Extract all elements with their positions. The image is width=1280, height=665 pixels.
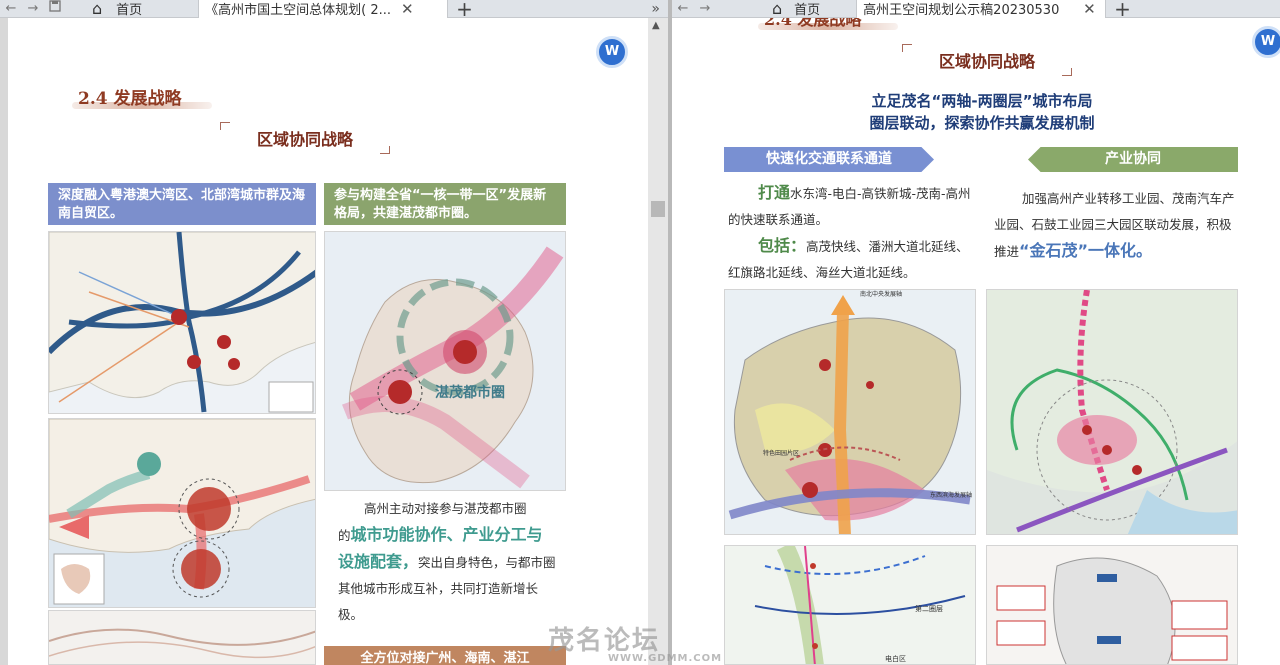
banner-industry: 产业协同	[1028, 147, 1238, 172]
transport-lead: 打通	[758, 183, 791, 202]
industry-paragraph: 加强高州产业转移工业园、茂南汽车产业园、石鼓工业园三大园区联动发展，积极推进“金…	[994, 186, 1238, 265]
back-arrow-icon[interactable]: ←	[0, 0, 22, 18]
para-prefix: 的	[338, 528, 351, 543]
transport-paragraph: 打通水东湾-电白-高铁新城-茂南-高州的快速联系通道。 包括：高茂快线、潘洲大道…	[728, 180, 978, 286]
map-label-zm: 湛茂都市圈	[435, 384, 505, 400]
tab-home[interactable]: ⌂ 首页	[766, 0, 826, 18]
word-export-icon[interactable]: W	[1252, 26, 1280, 58]
regional-map-1	[48, 231, 316, 414]
right-document-page: 2.4 发展战略 区域协同战略 立足茂名“两轴-两圈层”城市布局 圈层联动，探索…	[672, 0, 1280, 665]
tab-document[interactable]: 《高州市国土空间总体规划( 2... ✕	[198, 0, 449, 18]
transport-network-map: 第二圈层 电白区	[724, 545, 976, 665]
tab-overflow-chevron[interactable]: »	[651, 1, 660, 17]
home-icon: ⌂	[772, 0, 783, 18]
industry-highlight: “金石茂”一体化。	[1019, 241, 1153, 260]
section-title: 2.4 发展战略	[72, 84, 218, 109]
map-label-axis-ew: 东西滨海发展轴	[930, 491, 972, 499]
para-line-1: 高州主动对接参与湛茂都市圈	[364, 501, 527, 516]
forward-arrow-icon[interactable]: →	[694, 0, 716, 18]
watermark-url: WWW.GDMM.COM	[608, 653, 723, 664]
transport-axis-map: 南北中央发展轴 东西滨海发展轴 特色田园片区	[724, 289, 976, 535]
industry-chain-map	[986, 545, 1238, 665]
banner-blue: 深度融入粤港澳大湾区、北部湾城市群及海南自贸区。	[48, 183, 316, 225]
close-icon[interactable]: ✕	[401, 0, 414, 18]
new-tab-icon[interactable]: +	[1114, 0, 1131, 19]
heading-line-2: 圈层联动，探索协作共赢发展机制	[869, 114, 1095, 132]
sub-title: 区域协同战略	[902, 44, 1072, 76]
left-vertical-scrollbar[interactable]: ▲	[648, 18, 668, 665]
left-paragraph: 高州主动对接参与湛茂都市圈 的城市功能协作、产业分工与设施配套，突出自身特色，与…	[338, 496, 558, 628]
scroll-up-arrow-icon[interactable]: ▲	[652, 20, 660, 31]
tab-document-label: 高州王空间规划公示稿20230530	[863, 3, 1060, 18]
transport-lead-2: 包括：	[758, 236, 807, 255]
tab-home-label: 首页	[116, 3, 143, 18]
regional-map-2	[48, 418, 316, 608]
zhanmao-metro-map: 湛茂都市圈	[324, 231, 566, 491]
regional-map-3	[48, 610, 316, 665]
map-label-ring-2: 第二圈层	[915, 604, 943, 613]
forward-arrow-icon[interactable]: →	[22, 0, 44, 18]
left-document-page: 2.4 发展战略 区域协同战略 深度融入粤港澳大湾区、北部湾城市群及海南自贸区。…	[8, 18, 648, 665]
right-document-pane: 2.4 发展战略 区域协同战略 立足茂名“两轴-两圈层”城市布局 圈层联动，探索…	[672, 0, 1280, 665]
sub-title: 区域协同战略	[220, 122, 390, 154]
right-tab-bar: ← → ⌂ 首页 高州王空间规划公示稿20230530 ✕ +	[672, 0, 1280, 19]
industry-map	[986, 289, 1238, 535]
map-label-dianbai: 电白区	[885, 654, 906, 663]
tab-home-label: 首页	[794, 3, 821, 18]
banner-green: 参与构建全省“一核一带一区”发展新格局，共建湛茂都市圈。	[324, 183, 566, 225]
tab-home[interactable]: ⌂ 首页	[86, 0, 148, 18]
new-tab-icon[interactable]: +	[456, 0, 473, 19]
close-icon[interactable]: ✕	[1083, 0, 1096, 18]
save-icon[interactable]	[44, 0, 66, 18]
map-label-axis-ns: 南北中央发展轴	[860, 290, 902, 298]
scroll-thumb[interactable]	[651, 201, 665, 217]
banner-bottom: 全方位对接广州、海南、湛江	[324, 646, 566, 665]
forum-watermark: 茂名论坛 WWW.GDMM.COM	[548, 620, 722, 664]
heading-line-1: 立足茂名“两轴-两圈层”城市布局	[871, 92, 1093, 110]
watermark-text: 茂名论坛	[548, 626, 661, 656]
home-icon: ⌂	[92, 0, 103, 18]
word-export-icon[interactable]: W	[596, 36, 628, 68]
back-arrow-icon[interactable]: ←	[672, 0, 694, 18]
left-tab-bar: ← → ⌂ 首页 《高州市国土空间总体规划( 2... ✕ + »	[0, 0, 668, 19]
tab-document[interactable]: 高州王空间规划公示稿20230530 ✕	[856, 0, 1107, 18]
tab-document-label: 《高州市国土空间总体规划( 2...	[205, 3, 392, 18]
map-label-tianyuan: 特色田园片区	[763, 449, 799, 457]
banner-transport: 快速化交通联系通道	[724, 147, 934, 172]
left-document-pane: ← → ⌂ 首页 《高州市国土空间总体规划( 2... ✕ + » 2.4 发展…	[0, 0, 668, 665]
